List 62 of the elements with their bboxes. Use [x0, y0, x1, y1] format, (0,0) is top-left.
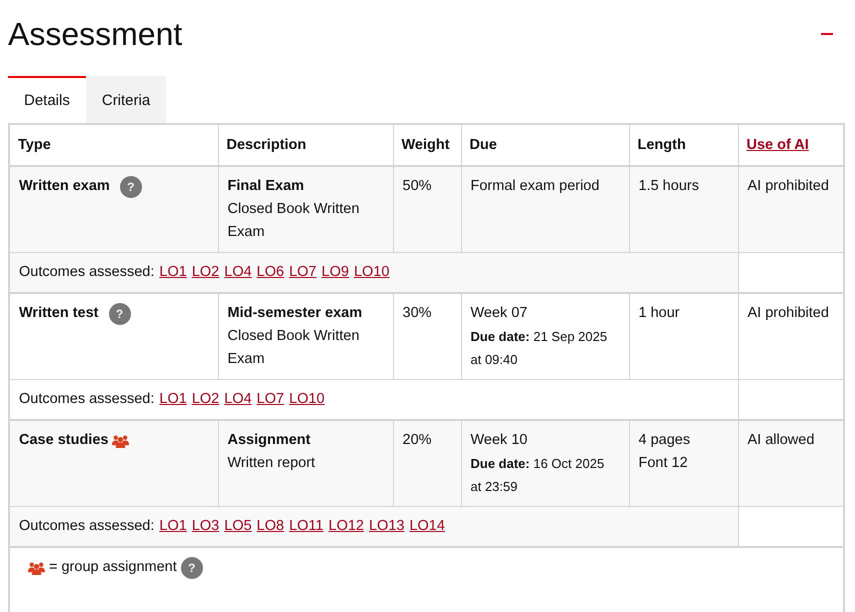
outcome-link[interactable]: LO8 [256, 515, 284, 538]
due-date-text: Due date: 21 Sep 2025 [470, 328, 608, 346]
outcome-link[interactable]: LO3 [192, 515, 220, 538]
outcome-link[interactable]: LO14 [409, 515, 445, 538]
length-text: 1 hour [638, 304, 681, 323]
outcome-link[interactable]: LO6 [256, 261, 284, 284]
outcomes-label: Outcomes assessed: [19, 263, 154, 282]
weight-text: 50% [402, 178, 432, 194]
help-button[interactable]: ? [120, 176, 142, 198]
column-header: Description [226, 136, 306, 152]
help-button[interactable]: ? [108, 302, 130, 324]
due-text: Formal exam period [470, 177, 600, 196]
outcome-link[interactable]: LO13 [368, 515, 404, 538]
group-icon [112, 433, 130, 448]
due-date-text: at 09:40 [470, 351, 518, 369]
page-title: Assessment [8, 16, 182, 52]
assessment-type: Case studies [19, 431, 108, 450]
assessment-type: Written test [19, 304, 98, 323]
outcome-link[interactable]: LO2 [192, 261, 220, 284]
outcome-link[interactable]: LO5 [224, 515, 252, 538]
outcome-link[interactable]: LO11 [289, 515, 324, 538]
weight-text: 20% [402, 432, 432, 448]
column-header: Length [638, 136, 686, 152]
length-text: 1.5 hours [638, 177, 700, 196]
outcomes-label: Outcomes assessed: [19, 517, 154, 536]
due-date-text: Due date: 16 Oct 2025 [470, 455, 606, 473]
ai-use-text: AI prohibited [748, 177, 830, 196]
due-date-text: at 23:59 [470, 478, 518, 496]
legend-text: = group assignment [49, 558, 177, 577]
ai-use-text: AI allowed [748, 431, 816, 450]
assessment-description: Closed Book Written Exam [228, 200, 360, 242]
outcome-link[interactable]: LO12 [328, 515, 364, 538]
outcome-link[interactable]: LO9 [322, 261, 349, 284]
column-header: Weight [402, 136, 450, 152]
assessment-type: Written exam [19, 177, 110, 196]
due-text: Week 07 [470, 304, 528, 323]
due-text: Week 10 [470, 431, 528, 450]
ai-use-text: AI prohibited [748, 304, 830, 323]
assessment-description: Written report [228, 454, 316, 473]
outcome-link[interactable]: LO4 [224, 388, 252, 411]
length-text: 4 pages [638, 431, 692, 450]
column-header: Type [18, 136, 51, 152]
outcome-link[interactable]: LO10 [354, 261, 390, 284]
length-text: Font 12 [638, 454, 689, 473]
outcome-link[interactable]: LO1 [159, 515, 187, 538]
outcome-link[interactable]: LO7 [289, 261, 317, 284]
assessment-description: Closed Book Written Exam [228, 327, 360, 369]
tab[interactable]: Criteria [86, 76, 166, 123]
outcome-link[interactable]: LO4 [224, 261, 252, 284]
outcome-link[interactable]: LO10 [289, 388, 325, 411]
assessment-title: Mid-semester exam [228, 304, 364, 323]
outcome-link[interactable]: LO2 [192, 388, 220, 411]
outcomes-label: Outcomes assessed: [19, 390, 154, 409]
outcome-link[interactable]: LO1 [159, 388, 187, 411]
weight-text: 30% [402, 305, 432, 321]
outcome-link[interactable]: LO1 [159, 261, 187, 284]
column-header: Due [470, 136, 497, 152]
group-icon [28, 560, 45, 575]
help-button[interactable]: ? [180, 556, 203, 578]
assessment-title: Assignment [228, 431, 312, 450]
assessment-title: Final Exam [228, 177, 306, 196]
outcome-link[interactable]: LO7 [256, 388, 284, 411]
